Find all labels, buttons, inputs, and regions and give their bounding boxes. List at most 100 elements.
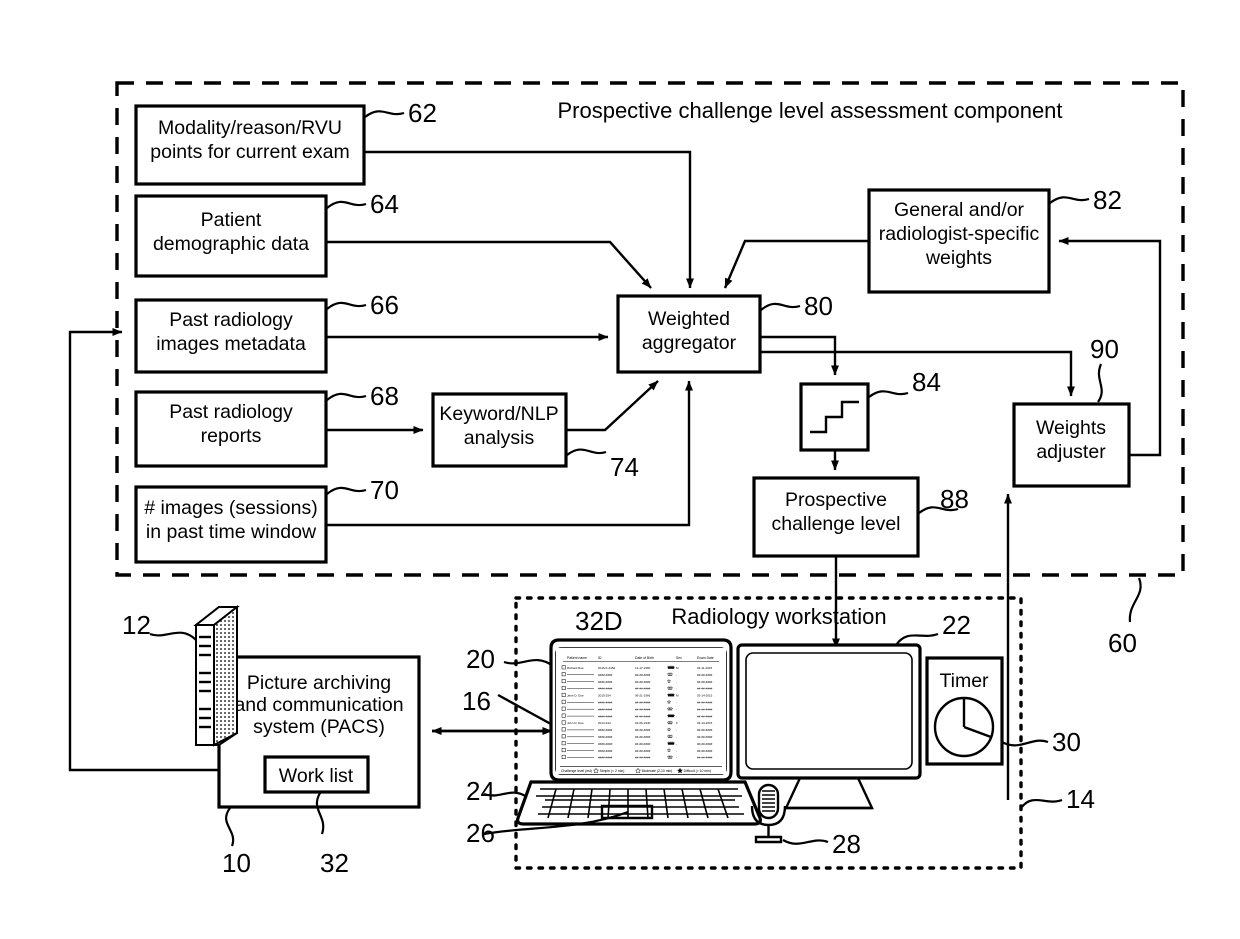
- row-checkbox[interactable]: [561, 679, 566, 684]
- svg-text:####-####: ####-####: [598, 673, 613, 677]
- ref-24: 24: [466, 776, 528, 806]
- box-weights[interactable]: General and/or radiologist-specific weig…: [867, 188, 1051, 294]
- svg-text:####-####: ####-####: [598, 742, 613, 746]
- box-num-images-line2: in past time window: [146, 521, 317, 543]
- box-step-function[interactable]: [799, 382, 870, 452]
- box-past-images-metadata[interactable]: Past radiology images metadata: [134, 298, 328, 374]
- laptop-keyboard[interactable]: [516, 780, 762, 826]
- ref-70-label: 70: [370, 475, 399, 505]
- svg-text:##-##-####: ##-##-####: [635, 742, 651, 746]
- box-adjuster-line1: Weights: [1036, 417, 1106, 439]
- svg-text:##-##-####: ##-##-####: [635, 673, 651, 677]
- svg-text:##-##-####: ##-##-####: [635, 756, 651, 760]
- ref-24-label: 24: [466, 776, 495, 806]
- svg-text:F: F: [676, 721, 678, 725]
- ref-90-label: 90: [1090, 334, 1119, 364]
- ref-84-label: 84: [912, 367, 941, 397]
- svg-text:##-##-####: ##-##-####: [635, 728, 651, 732]
- svg-text:Moderate (2-10 min): Moderate (2-10 min): [642, 769, 673, 773]
- row-checkbox[interactable]: [561, 720, 566, 725]
- svg-text:##-##-####: ##-##-####: [697, 687, 713, 691]
- svg-text:##-##-####: ##-##-####: [697, 742, 713, 746]
- ref-10-label: 10: [222, 848, 251, 878]
- box-modality[interactable]: Modality/reason/RVU points for current e…: [134, 104, 366, 186]
- svg-text:##-##-####: ##-##-####: [635, 701, 651, 705]
- ref-16-label: 16: [462, 686, 491, 716]
- ref-66: 66: [326, 290, 399, 320]
- svg-text:03-06-1940: 03-06-1940: [635, 721, 651, 725]
- server-icon: [193, 604, 240, 747]
- box-past-images-line1: Past radiology: [169, 309, 293, 331]
- box-weights-adjuster[interactable]: Weights adjuster: [1012, 402, 1131, 488]
- work-list-label: Work list: [279, 765, 354, 787]
- svg-text:##-##-####: ##-##-####: [697, 701, 713, 705]
- patent-figure: 60 Prospective challenge level assessmen…: [0, 0, 1240, 939]
- ref-60-label: 60: [1108, 628, 1137, 658]
- monitor: [736, 643, 922, 810]
- svg-text:####-####: ####-####: [598, 749, 613, 753]
- svg-text:##-##-####: ##-##-####: [635, 735, 651, 739]
- svg-text:03-14-2015: 03-14-2015: [697, 694, 713, 698]
- box-nlp-line2: analysis: [464, 427, 535, 449]
- ref-30: 30: [1001, 727, 1081, 757]
- row-checkbox[interactable]: [561, 734, 566, 739]
- row-checkbox[interactable]: [561, 672, 566, 677]
- svg-text:ID: ID: [598, 656, 602, 660]
- box-past-reports[interactable]: Past radiology reports: [134, 390, 328, 468]
- svg-text:-: -: [676, 735, 677, 739]
- ref-80-label: 80: [804, 291, 833, 321]
- ref-20: 20: [466, 644, 554, 674]
- box-timer[interactable]: Timer: [925, 656, 1004, 766]
- ref-62-label: 62: [408, 98, 437, 128]
- ref-82: 82: [1049, 185, 1122, 215]
- svg-text:Richard Roe: Richard Roe: [567, 666, 584, 670]
- ref-28-label: 28: [832, 829, 861, 859]
- row-checkbox[interactable]: [561, 727, 566, 732]
- row-checkbox[interactable]: [561, 686, 566, 690]
- box-aggregator-line1: Weighted: [648, 308, 730, 330]
- row-checkbox[interactable]: [561, 699, 566, 704]
- row-checkbox[interactable]: [561, 706, 566, 711]
- box-nlp-analysis[interactable]: Keyword/NLP analysis: [431, 392, 568, 468]
- box-modality-line1: Modality/reason/RVU: [158, 117, 342, 139]
- svg-text:##-##-####: ##-##-####: [697, 680, 713, 684]
- ref-62: 62: [364, 98, 437, 128]
- svg-text:##-##-####: ##-##-####: [635, 707, 651, 711]
- box-patient-demographics[interactable]: Patient demographic data: [134, 194, 328, 278]
- box-prospective-challenge-level[interactable]: Prospective challenge level: [752, 476, 920, 558]
- row-checkbox[interactable]: [561, 665, 566, 670]
- row-checkbox[interactable]: [561, 692, 566, 697]
- ref-70: 70: [326, 475, 399, 505]
- svg-text:-: -: [676, 749, 677, 753]
- row-checkbox[interactable]: [561, 713, 566, 718]
- row-checkbox[interactable]: [561, 741, 566, 746]
- box-patient-line1: Patient: [201, 209, 262, 231]
- ref-68: 68: [326, 381, 399, 411]
- row-checkbox[interactable]: [561, 755, 566, 759]
- svg-text:##-##-####: ##-##-####: [635, 714, 651, 718]
- ref-68-label: 68: [370, 381, 399, 411]
- ref-28: 28: [782, 829, 861, 859]
- ref-88-label: 88: [940, 484, 969, 514]
- worklist-display[interactable]: Patient name ID Date of Birth Sex Exam Date …: [556, 648, 726, 774]
- ref-88: 88: [918, 484, 969, 514]
- ref-90: 90: [1090, 334, 1119, 403]
- ref-82-label: 82: [1093, 185, 1122, 215]
- box-nlp-line1: Keyword/NLP: [439, 403, 558, 425]
- svg-text:####-####: ####-####: [598, 735, 613, 739]
- svg-text:##-##-####: ##-##-####: [697, 749, 713, 753]
- svg-text:##-##-####: ##-##-####: [697, 673, 713, 677]
- svg-text:-: -: [676, 742, 677, 746]
- box-pacs-line3: system (PACS): [253, 716, 385, 738]
- box-weights-line2: radiologist-specific: [879, 223, 1040, 245]
- ref-74-label: 74: [610, 452, 639, 482]
- box-num-images[interactable]: # images (sessions) in past time window: [134, 485, 328, 564]
- box-past-reports-line2: reports: [201, 425, 262, 447]
- ref-64-label: 64: [370, 189, 399, 219]
- box-work-list[interactable]: Work list: [263, 755, 370, 794]
- ref-12: 12: [122, 610, 197, 641]
- box-weighted-aggregator[interactable]: Weighted aggregator: [616, 294, 762, 374]
- svg-text:-: -: [676, 673, 677, 677]
- row-checkbox[interactable]: [561, 748, 566, 753]
- svg-text:2014-344: 2014-344: [598, 721, 611, 725]
